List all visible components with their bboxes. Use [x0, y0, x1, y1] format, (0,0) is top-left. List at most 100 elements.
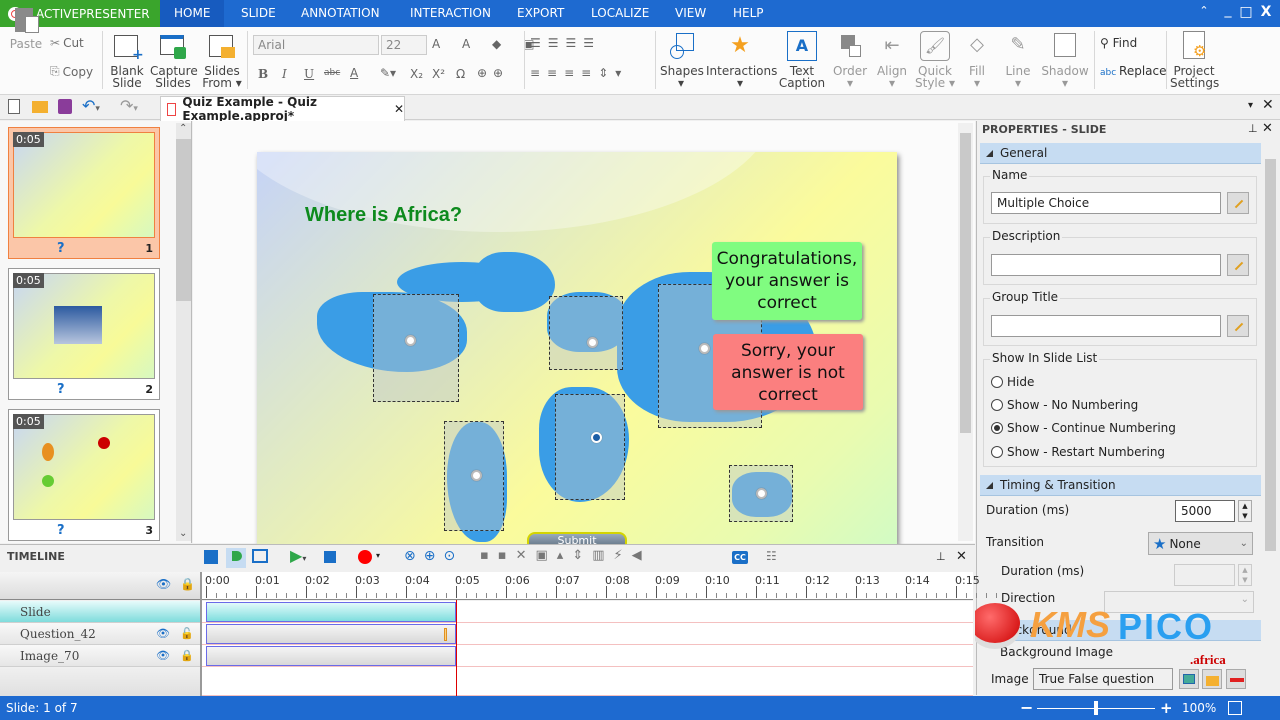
radio-button[interactable] [991, 446, 1003, 458]
font-family-select[interactable]: Arial [253, 35, 379, 55]
closed-caption-icon[interactable]: CC [732, 551, 748, 564]
font-tools[interactable]: A A ◆ ▣ [432, 37, 543, 51]
tab-help[interactable]: HELP [719, 0, 778, 27]
image-input[interactable]: True False question [1033, 668, 1173, 690]
transition-duration-spinner[interactable]: ▲ ▼ [1238, 564, 1252, 586]
paste-button[interactable]: Paste [8, 4, 44, 50]
underline-button[interactable]: U [304, 67, 314, 81]
edit-description-button[interactable] [1227, 254, 1249, 276]
timeline-bar-image[interactable] [206, 646, 456, 666]
cut-button[interactable]: ✂ Cut [50, 36, 84, 50]
minimize-button[interactable]: _ [1218, 2, 1238, 18]
zoom-timeline-icons[interactable]: ⊗⊕⊙ [404, 548, 463, 564]
timeline-edit-icons[interactable]: ▪▪✕▣▴⇕▥⚡◀ [480, 548, 651, 563]
question-marker[interactable] [444, 628, 447, 641]
scroll-thumb[interactable] [960, 133, 971, 433]
document-tab[interactable]: Quiz Example - Quiz Example.approj* ✕ [160, 95, 405, 123]
open-folder-icon[interactable] [32, 101, 48, 113]
timeline-ruler[interactable]: 0:00 0:01 0:02 0:03 0:04 0:05 0:06 0:07 0:08 0:09… [202, 572, 997, 600]
duration-input[interactable]: 5000 [1175, 500, 1235, 522]
order-button[interactable]: Order ▾ [830, 31, 870, 89]
radio-hide[interactable]: Hide [991, 375, 1034, 389]
radio-no-numbering[interactable]: Show - No Numbering [991, 398, 1138, 412]
close-properties-icon[interactable]: ✕ [1262, 121, 1273, 136]
tab-slide[interactable]: SLIDE [227, 0, 290, 27]
align-button[interactable]: ⇤ Align ▾ [872, 31, 912, 89]
shapes-button[interactable]: Shapes ▾ [660, 31, 704, 89]
tab-export[interactable]: EXPORT [503, 0, 578, 27]
list-buttons[interactable]: ☰☰☰☰ [530, 36, 601, 50]
highlight-color-button[interactable]: ✎▾ [380, 66, 396, 80]
snap-icon[interactable] [226, 548, 246, 568]
radio-continue-numbering[interactable]: Show - Continue Numbering [991, 421, 1176, 435]
playhead[interactable] [456, 600, 457, 696]
timeline-row-question[interactable]: Question_42 👁 🔓 [0, 623, 200, 645]
pick-image-button[interactable] [1179, 669, 1199, 689]
correct-feedback-caption[interactable]: Congratulations, your answer is correct [712, 242, 862, 320]
visibility-icon[interactable]: 👁 [156, 645, 170, 667]
group-title-input[interactable] [991, 315, 1221, 337]
text-caption-button[interactable]: A Text Caption [778, 31, 826, 89]
record-icon[interactable] [358, 550, 372, 564]
subscript-button[interactable]: X₂ [410, 67, 423, 81]
properties-scrollbar[interactable] [1263, 143, 1278, 695]
incorrect-feedback-caption[interactable]: Sorry, your answer is not correct [713, 334, 863, 410]
timeline-row-slide[interactable]: Slide [0, 601, 200, 623]
fill-button[interactable]: ◇ Fill ▾ [958, 31, 996, 89]
copy-button[interactable]: ⎘ Copy [50, 64, 93, 79]
panel-menu-icon[interactable]: ▾ [1248, 100, 1253, 111]
scroll-thumb[interactable] [176, 139, 191, 301]
zoom-slider-thumb[interactable] [1094, 701, 1098, 715]
hyperlink-buttons[interactable]: ⊕⊕ [477, 66, 509, 80]
collapse-ribbon-button[interactable]: ⌃ [1194, 4, 1214, 17]
superscript-button[interactable]: X² [432, 67, 445, 81]
tab-home[interactable]: HOME [160, 0, 225, 27]
zoom-in-button[interactable]: + [1160, 696, 1173, 720]
edit-name-button[interactable] [1227, 192, 1249, 214]
timeline-row-image[interactable]: Image_70 👁 🔒 [0, 645, 200, 667]
tab-annotation[interactable]: ANNOTATION [287, 0, 394, 27]
unlock-icon[interactable]: 🔓 [180, 623, 194, 645]
close-tab-icon[interactable]: ✕ [394, 102, 404, 116]
alignment-buttons[interactable]: ≡≡≡≡⇕▾ [530, 66, 628, 80]
bold-button[interactable]: B [258, 67, 268, 81]
hotspot-africa[interactable] [555, 394, 625, 500]
visibility-all-icon[interactable]: 👁 [156, 577, 171, 591]
replace-button[interactable]: abc Replace [1100, 64, 1167, 78]
name-input[interactable]: Multiple Choice [991, 192, 1221, 214]
tab-interaction[interactable]: INTERACTION [396, 0, 505, 27]
transition-select[interactable]: ★ None ⌄ [1148, 532, 1253, 555]
canvas-scrollbar[interactable] [958, 123, 973, 541]
edit-group-title-button[interactable] [1227, 315, 1249, 337]
description-input[interactable] [991, 254, 1221, 276]
fit-to-window-icon[interactable] [1228, 701, 1242, 715]
transition-duration-input[interactable] [1174, 564, 1235, 586]
redo-icon[interactable]: ↷▾ [120, 96, 138, 115]
slide-thumbnail-3[interactable]: 0:05 ? 3 [8, 409, 160, 541]
lock-all-icon[interactable]: 🔒 [180, 577, 195, 591]
hotspot-north-america[interactable] [373, 294, 459, 402]
radio-button[interactable] [991, 376, 1003, 388]
maximize-button[interactable]: □ [1236, 4, 1256, 20]
close-panel-icon[interactable]: ✕ [1262, 97, 1274, 113]
duration-spinner[interactable]: ▲ ▼ [1238, 500, 1252, 522]
record-options-icon[interactable]: ▾ [376, 551, 380, 560]
stop-icon[interactable] [324, 551, 336, 563]
close-timeline-icon[interactable]: ✕ [956, 549, 967, 564]
hotspot-south-america[interactable] [444, 421, 504, 531]
slide-thumbnail-1[interactable]: 0:05 ? 1 [8, 127, 160, 259]
capture-slides-button[interactable]: Capture Slides [150, 31, 198, 89]
hotspot-australia[interactable] [729, 465, 793, 522]
new-file-icon[interactable] [8, 99, 20, 114]
project-settings-button[interactable]: ⚙ Project Settings [1170, 31, 1219, 89]
tab-view[interactable]: VIEW [661, 0, 720, 27]
timeline-bar-slide[interactable] [206, 602, 456, 622]
slide-thumbnail-2[interactable]: 0:05 ? 2 [8, 268, 160, 400]
scroll-down-icon[interactable]: ⌄ [179, 528, 187, 539]
visibility-icon[interactable]: 👁 [156, 623, 170, 645]
zoom-out-button[interactable]: − [1020, 696, 1033, 720]
hotspot-europe[interactable] [549, 296, 623, 370]
add-image-button[interactable] [1202, 669, 1222, 689]
italic-button[interactable]: I [282, 67, 287, 81]
symbol-button[interactable]: Ω [456, 67, 465, 81]
